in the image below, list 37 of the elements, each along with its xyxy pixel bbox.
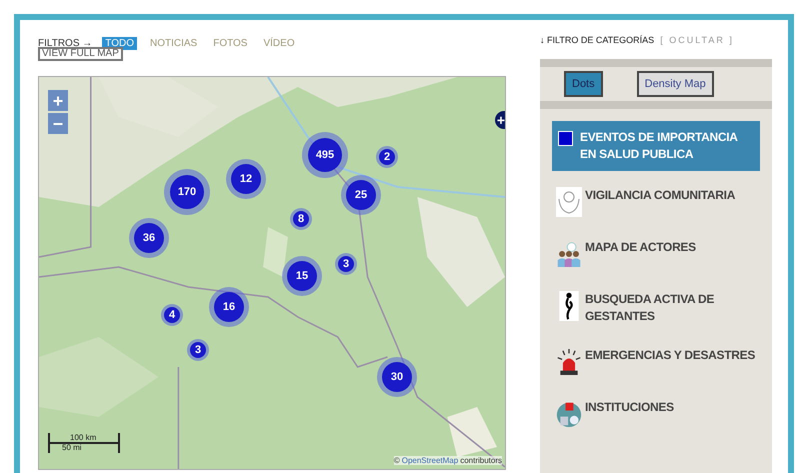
category-item[interactable]: INSTITUCIONES — [552, 397, 760, 431]
map[interactable]: + − + 495 2 170 12 25 8 36 15 3 16 4 3 30 100 km 50 mi © OpenStreetMap contributors — [38, 76, 506, 470]
category-item[interactable]: MAPA DE ACTORES — [552, 237, 760, 271]
category-item[interactable]: VIGILANCIA COMUNITARIA — [552, 185, 760, 219]
cluster-marker[interactable]: 2 — [376, 146, 398, 168]
cluster-marker[interactable]: 3 — [335, 253, 357, 275]
attribution-link[interactable]: OpenStreetMap — [402, 456, 458, 465]
map-mode-button[interactable]: Dots — [564, 71, 603, 97]
cluster-marker[interactable]: 8 — [290, 208, 312, 230]
category-label: BUSQUEDA ACTIVA DE GESTANTES — [585, 291, 716, 325]
attribution-text: contributors — [460, 456, 502, 465]
hands-icon — [556, 187, 582, 217]
category-label: VIGILANCIA COMUNITARIA — [585, 187, 736, 204]
category-item[interactable]: EVENTOS DE IMPORTANCIA EN SALUD PUBLICA — [552, 121, 760, 171]
view-full-map-button[interactable]: VIEW FULL MAP — [38, 47, 123, 61]
category-filter-title: ↓ FILTRO DE CATEGORÍAS — [540, 35, 654, 45]
cluster-marker[interactable]: 4 — [161, 304, 183, 326]
filters-label: FILTROS → — [38, 38, 92, 49]
cluster-marker[interactable]: 36 — [129, 218, 169, 258]
category-item[interactable]: EMERGENCIAS Y DESASTRES — [552, 345, 760, 379]
category-label: EMERGENCIAS Y DESASTRES — [585, 347, 756, 364]
siren-icon — [556, 347, 582, 377]
cluster-marker[interactable]: 495 — [302, 132, 348, 178]
category-item[interactable]: BUSQUEDA ACTIVA DE GESTANTES — [552, 289, 760, 327]
cluster-marker[interactable]: 25 — [341, 175, 381, 215]
scale-bar: 100 km 50 mi — [48, 433, 120, 453]
cluster-marker[interactable]: 170 — [164, 169, 210, 215]
map-mode-button[interactable]: Density Map — [636, 71, 714, 97]
cluster-marker[interactable]: 30 — [377, 357, 417, 397]
category-label: EVENTOS DE IMPORTANCIA EN SALUD PUBLICA — [580, 129, 738, 163]
cluster-marker[interactable]: 16 — [209, 287, 249, 327]
cluster-marker[interactable]: 12 — [226, 159, 266, 199]
category-label: MAPA DE ACTORES — [585, 239, 696, 256]
category-label: INSTITUCIONES — [585, 399, 674, 416]
cluster-marker[interactable]: 15 — [282, 256, 322, 296]
attribution-text: © — [394, 456, 400, 465]
cluster-marker[interactable]: 3 — [187, 339, 209, 361]
